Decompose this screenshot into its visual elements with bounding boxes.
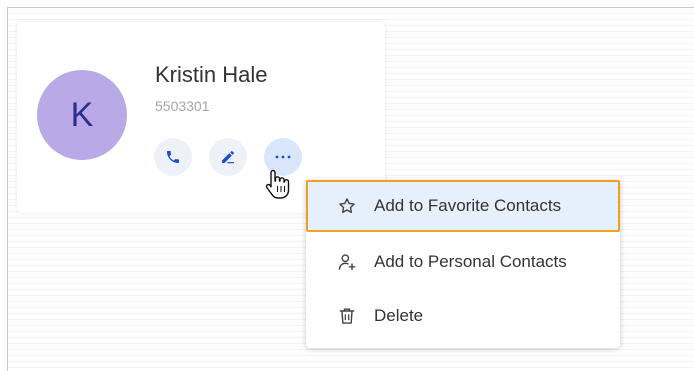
avatar-initial: K — [70, 95, 94, 134]
add-person-icon — [336, 251, 358, 273]
edit-button[interactable] — [209, 138, 247, 176]
menu-item-delete[interactable]: Delete — [306, 290, 620, 342]
star-icon — [336, 195, 358, 217]
phone-icon — [165, 149, 181, 165]
menu-item-label: Add to Personal Contacts — [374, 252, 567, 271]
more-icon — [274, 154, 292, 160]
contact-number: 5503301 — [155, 98, 210, 114]
menu-item-add-favorite[interactable]: Add to Favorite Contacts — [306, 180, 620, 232]
menu-item-label: Add to Favorite Contacts — [374, 196, 562, 215]
trash-icon — [336, 305, 358, 327]
menu-item-add-personal[interactable]: Add to Personal Contacts — [306, 236, 620, 288]
hand-cursor-icon — [265, 168, 291, 200]
more-actions-menu: Add to Favorite Contacts Add to Personal… — [306, 180, 620, 348]
avatar: K — [37, 70, 127, 160]
edit-icon — [220, 149, 236, 165]
contact-name: Kristin Hale — [155, 62, 268, 87]
call-button[interactable] — [154, 138, 192, 176]
menu-item-label: Delete — [374, 306, 424, 325]
